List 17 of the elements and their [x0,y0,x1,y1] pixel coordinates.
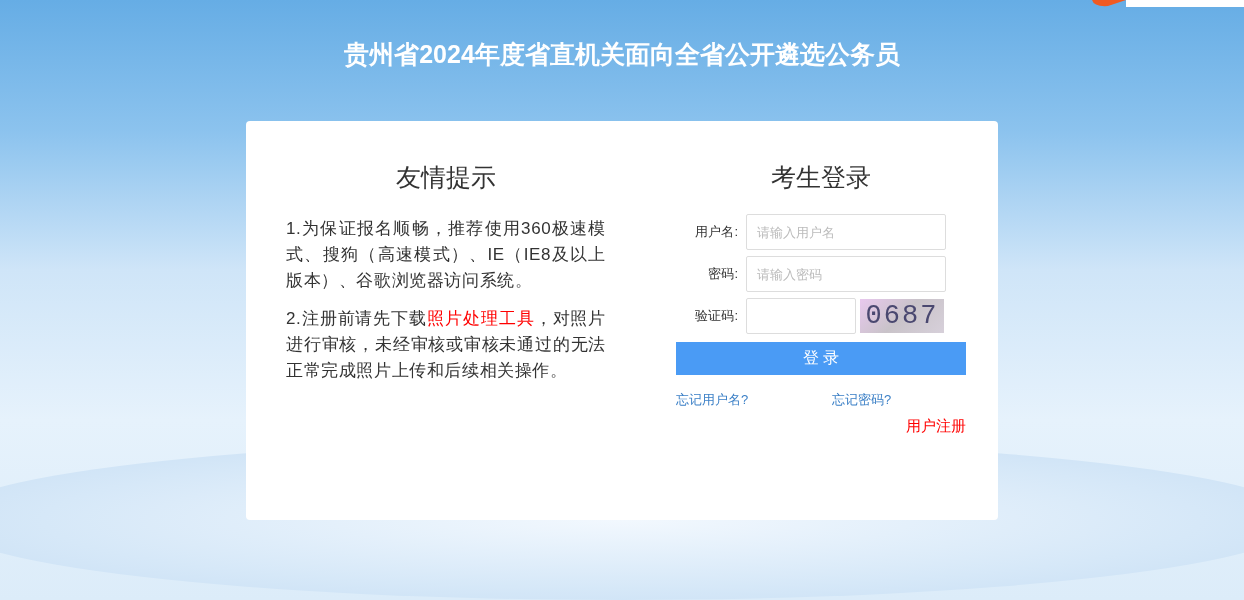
password-field[interactable]: 请输入密码 [746,256,946,292]
notice-title: 友情提示 [395,162,497,193]
forgot-password-link[interactable]: 忘记密码? [832,391,892,409]
field-label: 用户名: [694,223,738,241]
login-title: 考生登录 [770,162,872,193]
field-label: 密码: [707,265,738,283]
download-link[interactable]: 照片处理工具 [427,309,535,328]
notice-paragraph: 1.为保证报名顺畅，推荐使用360极速模式、搜狗（高速模式）、IE（IE8及以上版本）、谷歌浏览器访问系统。 [286,218,606,292]
login-button[interactable]: 登 录 [676,342,966,375]
register-link[interactable]: 用户注册 [906,417,966,436]
page-title: 贵州省2024年度省直机关面向全省公开遴选公务员 [344,39,900,70]
captcha-field[interactable] [746,298,856,334]
captcha-image[interactable]: 0687 [860,299,944,333]
field-label: 验证码: [694,307,738,325]
notice-paragraph: 2.注册前请先下载照片处理工具，对照片进行审核，未经审核或审核未通过的无法正常完成照片上传和后续相关操作。 [286,308,606,382]
username-field[interactable]: 请输入用户名 [746,214,946,250]
forgot-username-link[interactable]: 忘记用户名? [676,391,832,409]
